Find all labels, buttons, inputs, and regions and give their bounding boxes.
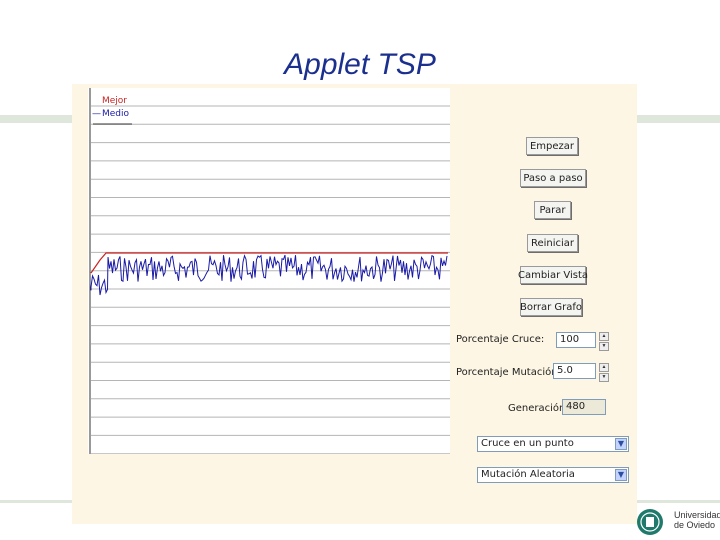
- crossover-type-value: Cruce en un punto: [481, 438, 574, 449]
- step-button[interactable]: Paso a paso: [520, 169, 586, 187]
- university-name-line1: Universidad: [674, 510, 720, 520]
- mutation-type-value: Mutación Aleatoria: [481, 469, 575, 480]
- start-button[interactable]: Empezar: [526, 137, 578, 155]
- generation-counter: 480: [562, 399, 606, 415]
- crossover-type-select[interactable]: Cruce en un punto ▼: [477, 436, 629, 452]
- crossover-label: Porcentaje Cruce:: [456, 334, 545, 345]
- page-title: Applet TSP: [284, 48, 436, 81]
- reset-button[interactable]: Reiniciar: [527, 234, 578, 252]
- mutation-type-select[interactable]: Mutación Aleatoria ▼: [477, 467, 629, 483]
- spin-up-icon[interactable]: ▲: [599, 332, 609, 341]
- mutation-spinner[interactable]: ▲ ▼: [599, 363, 609, 382]
- chevron-down-icon[interactable]: ▼: [615, 469, 627, 481]
- spin-down-icon[interactable]: ▼: [599, 373, 609, 382]
- spin-up-icon[interactable]: ▲: [599, 363, 609, 372]
- stop-button[interactable]: Parar: [534, 201, 571, 219]
- generation-label: Generación: [508, 403, 566, 414]
- university-name: Universidad de Oviedo: [674, 510, 720, 530]
- fitness-graph-svg: Mejor — Medio: [89, 88, 450, 455]
- crossover-input[interactable]: 100: [556, 332, 596, 348]
- legend-best-label: Mejor: [102, 96, 127, 106]
- legend-average-label: Medio: [102, 109, 130, 119]
- change-view-button[interactable]: Cambiar Vista: [518, 266, 588, 284]
- clear-graph-button[interactable]: Borrar Grafo: [520, 298, 582, 316]
- chevron-down-icon[interactable]: ▼: [615, 438, 627, 450]
- mutation-input[interactable]: 5.0: [553, 363, 596, 379]
- spin-down-icon[interactable]: ▼: [599, 342, 609, 351]
- crossover-spinner[interactable]: ▲ ▼: [599, 332, 609, 351]
- fitness-graph: Mejor — Medio: [88, 88, 450, 455]
- university-seal-icon: [637, 509, 663, 535]
- university-name-line2: de Oviedo: [674, 520, 716, 530]
- mutation-label: Porcentaje Mutación:: [456, 367, 561, 378]
- legend-average-marker: —: [92, 109, 101, 119]
